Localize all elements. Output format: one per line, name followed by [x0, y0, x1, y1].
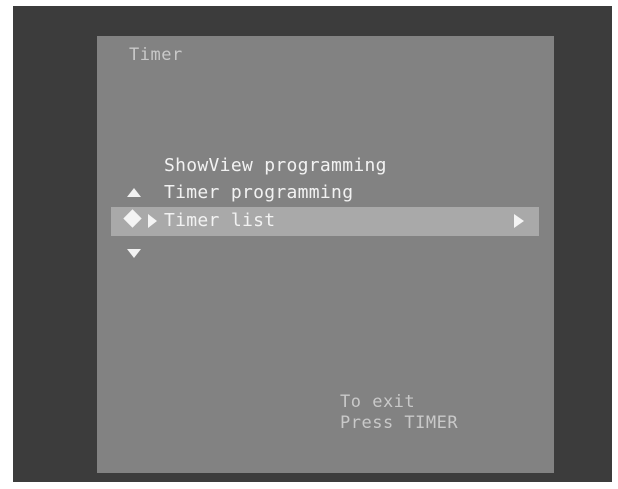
play-cursor-icon — [148, 214, 157, 228]
diamond-cursor-icon — [123, 209, 142, 228]
exit-hint-line-1: To exit — [340, 392, 416, 412]
menu-title: Timer — [129, 45, 183, 65]
exit-hint: To exit Press TIMER — [340, 392, 458, 434]
menu-item-label: Timer list — [164, 210, 276, 231]
tv-screen: Timer ShowView programming Timer program… — [13, 6, 612, 482]
timer-menu-panel: Timer ShowView programming Timer program… — [97, 36, 554, 473]
menu-item-label: ShowView programming — [164, 155, 387, 176]
menu-item-timer-programming[interactable]: Timer programming — [97, 179, 554, 208]
arrow-down-icon — [127, 249, 141, 258]
exit-hint-line-2: Press TIMER — [340, 413, 459, 433]
submenu-arrow-icon — [514, 214, 524, 228]
menu-item-timer-list[interactable]: Timer list — [111, 207, 539, 236]
menu-item-showview-programming[interactable]: ShowView programming — [97, 152, 554, 181]
menu-item-label: Timer programming — [164, 182, 354, 203]
